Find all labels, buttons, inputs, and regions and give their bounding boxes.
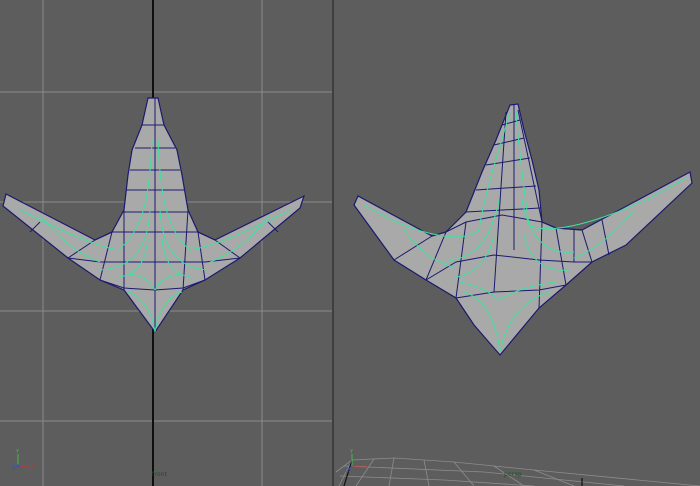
front-viewport[interactable]: Y X Z front bbox=[0, 0, 332, 486]
persp-mesh[interactable] bbox=[353, 103, 693, 356]
axis-z-label: Z bbox=[12, 466, 16, 472]
axis-y-label: Y bbox=[349, 449, 354, 455]
front-mesh[interactable] bbox=[2, 97, 306, 334]
front-viewport-canvas[interactable] bbox=[0, 0, 332, 486]
axis-y-label: Y bbox=[15, 449, 20, 455]
front-camera-label: front bbox=[152, 471, 168, 478]
persp-viewport-canvas[interactable] bbox=[334, 0, 700, 486]
persp-axis-indicator-icon: Y X Z bbox=[346, 449, 369, 472]
persp-camera-label: persp bbox=[504, 471, 522, 478]
mesh-surface bbox=[353, 103, 693, 356]
front-axis-indicator-icon: Y X Z bbox=[12, 449, 35, 472]
axis-x-label: X bbox=[365, 464, 369, 470]
persp-viewport[interactable]: Y X Z persp bbox=[334, 0, 700, 486]
mesh-surface bbox=[2, 97, 306, 334]
axis-x-label: X bbox=[31, 464, 35, 470]
axis-z-label: Z bbox=[346, 468, 350, 472]
maya-viewport-layout: Y X Z front Y X Z persp bbox=[0, 0, 700, 486]
